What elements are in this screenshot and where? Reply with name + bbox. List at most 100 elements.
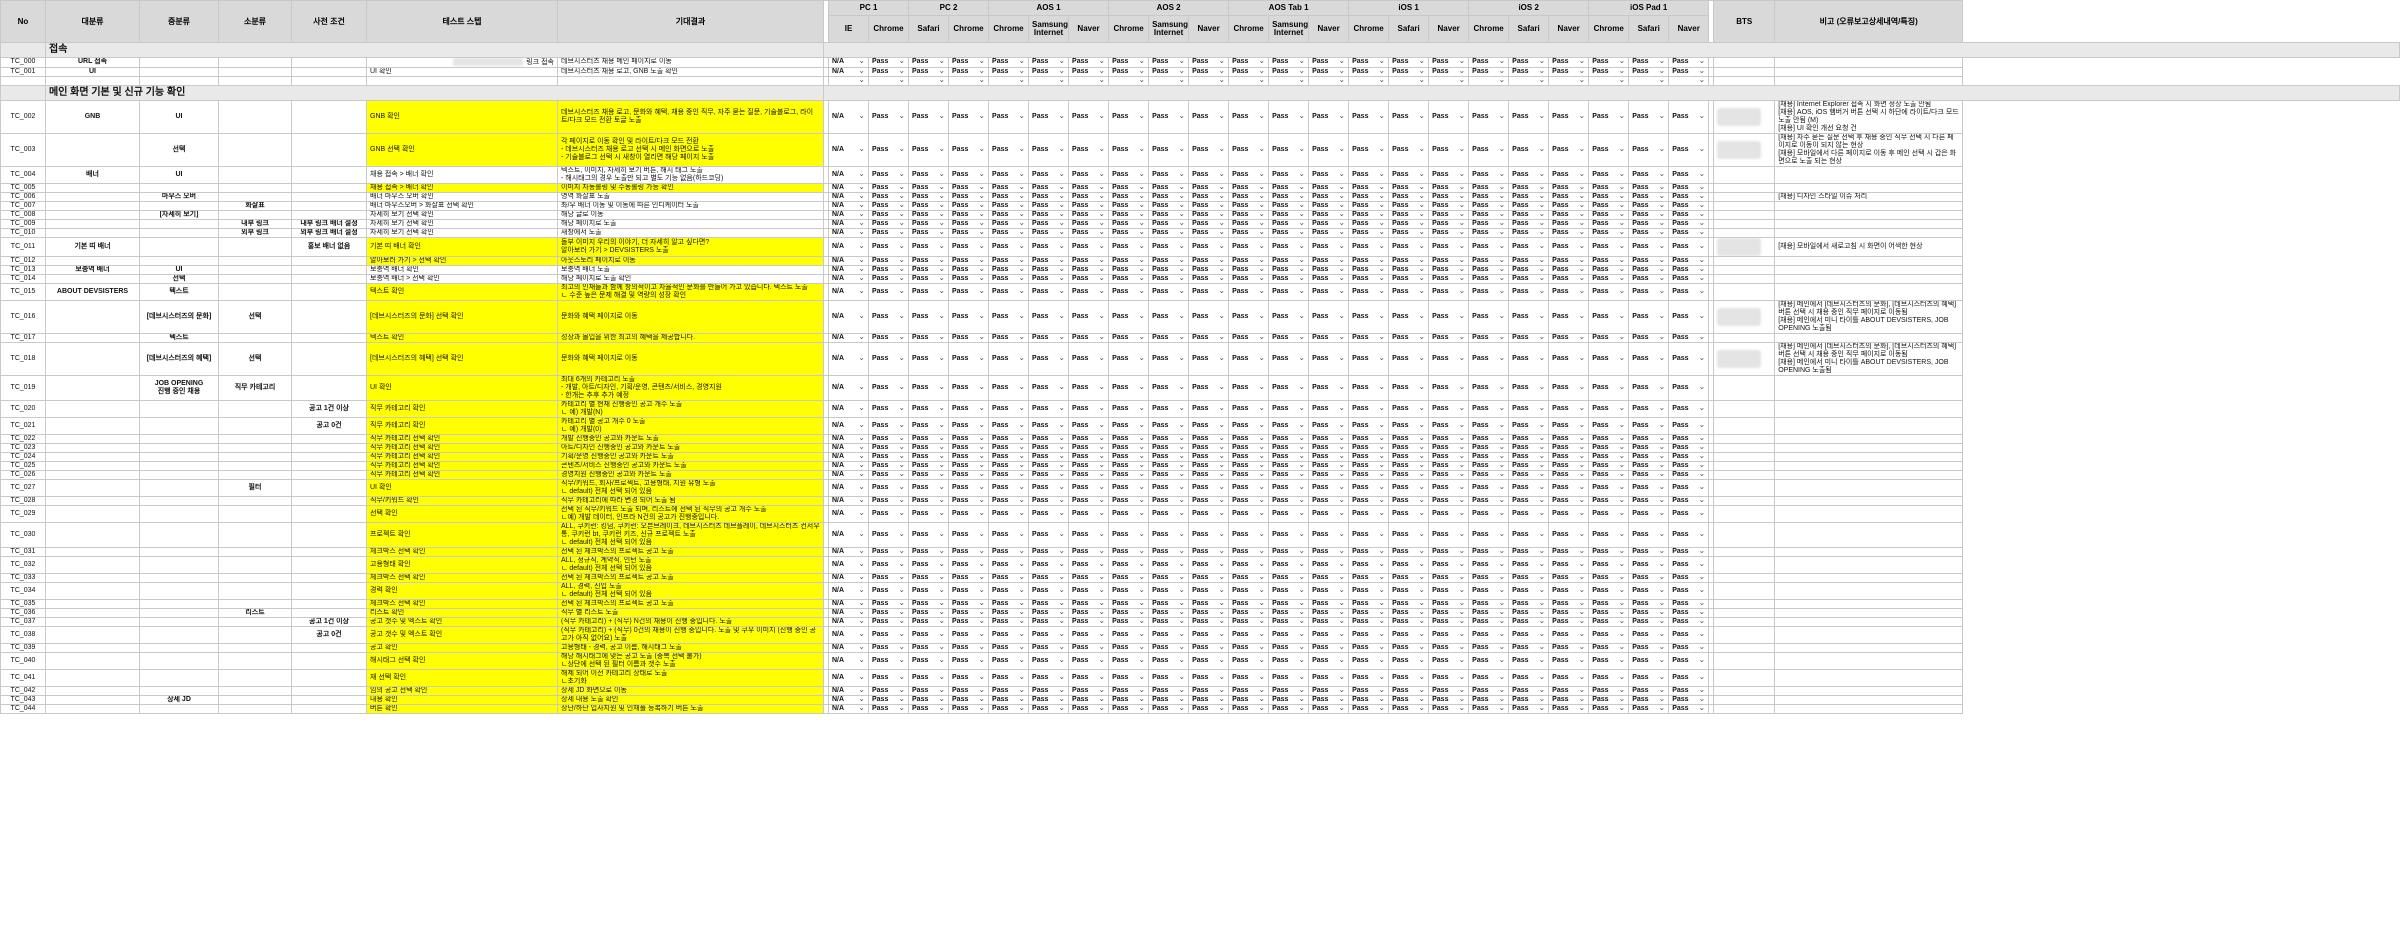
status-dropdown[interactable]: Pass [1348, 451, 1390, 462]
status-dropdown[interactable]: Pass [1028, 694, 1070, 705]
status-dropdown[interactable]: Pass [1668, 57, 1710, 68]
status-dropdown[interactable]: Pass [1428, 227, 1470, 238]
status-dropdown[interactable]: Pass [988, 598, 1030, 609]
status-dropdown[interactable]: Pass [1348, 703, 1390, 714]
status-dropdown[interactable]: Pass [1508, 651, 1550, 670]
status-dropdown[interactable]: Pass [908, 651, 950, 670]
status-dropdown[interactable]: Pass [1548, 607, 1590, 618]
status-dropdown[interactable]: Pass [1668, 433, 1710, 444]
status-dropdown[interactable]: Pass [1388, 451, 1430, 462]
status-dropdown[interactable]: Pass [1068, 66, 1110, 77]
status-dropdown[interactable]: Pass [988, 694, 1030, 705]
status-dropdown-ie[interactable]: N/A [828, 607, 869, 618]
status-dropdown[interactable]: Pass [1068, 182, 1110, 193]
status-dropdown[interactable]: Pass [948, 451, 990, 462]
status-dropdown[interactable]: Pass [908, 264, 950, 275]
redacted-bts-link[interactable] [1717, 307, 1762, 326]
status-dropdown[interactable]: Pass [1308, 165, 1350, 184]
status-dropdown[interactable]: Pass [1428, 57, 1470, 68]
status-dropdown[interactable]: Pass [1268, 478, 1310, 497]
status-dropdown[interactable]: Pass [948, 227, 990, 238]
status-dropdown[interactable]: Pass [1068, 442, 1110, 453]
status-dropdown[interactable]: Pass [1028, 57, 1070, 68]
status-dropdown[interactable]: Pass [1428, 478, 1470, 497]
status-dropdown[interactable]: Pass [1068, 227, 1110, 238]
status-dropdown[interactable] [948, 75, 990, 86]
status-dropdown[interactable]: Pass [1468, 165, 1510, 184]
status-dropdown[interactable]: Pass [1108, 227, 1150, 238]
status-dropdown[interactable]: Pass [1068, 694, 1110, 705]
status-dropdown[interactable]: Pass [1028, 598, 1070, 609]
status-dropdown[interactable]: Pass [988, 264, 1030, 275]
status-dropdown[interactable]: Pass [1268, 469, 1310, 480]
status-dropdown[interactable]: Pass [948, 132, 990, 167]
status-dropdown[interactable]: Pass [1068, 685, 1110, 696]
status-dropdown[interactable]: Pass [1348, 651, 1390, 670]
status-dropdown[interactable]: Pass [1188, 625, 1230, 644]
status-dropdown[interactable]: Pass [1668, 99, 1710, 134]
status-dropdown[interactable]: Pass [948, 469, 990, 480]
status-dropdown[interactable]: Pass [948, 273, 990, 284]
status-dropdown[interactable]: Pass [1148, 478, 1190, 497]
status-dropdown[interactable]: Pass [1028, 703, 1070, 714]
status-dropdown[interactable]: Pass [1108, 165, 1150, 184]
status-dropdown[interactable]: Pass [1268, 433, 1310, 444]
status-dropdown[interactable]: Pass [1348, 99, 1390, 134]
status-dropdown[interactable]: Pass [1468, 504, 1510, 523]
status-dropdown[interactable]: Pass [1468, 598, 1510, 609]
status-dropdown[interactable]: Pass [1468, 469, 1510, 480]
status-dropdown[interactable]: Pass [1388, 209, 1430, 220]
status-dropdown[interactable]: Pass [1188, 209, 1230, 220]
status-dropdown[interactable]: Pass [908, 607, 950, 618]
status-dropdown[interactable]: Pass [1388, 374, 1430, 401]
status-dropdown[interactable]: Pass [988, 572, 1030, 583]
status-dropdown[interactable]: Pass [988, 478, 1030, 497]
status-dropdown[interactable]: Pass [1108, 433, 1150, 444]
status-dropdown[interactable]: Pass [1228, 433, 1270, 444]
status-dropdown[interactable]: Pass [1228, 236, 1270, 257]
status-dropdown-ie[interactable]: N/A [828, 341, 869, 376]
status-dropdown[interactable]: Pass [1348, 478, 1390, 497]
status-dropdown[interactable]: Pass [988, 451, 1030, 462]
status-dropdown[interactable]: Pass [1028, 332, 1070, 343]
status-dropdown[interactable]: Pass [1268, 694, 1310, 705]
status-dropdown[interactable]: Pass [1188, 607, 1230, 618]
status-dropdown[interactable]: Pass [908, 273, 950, 284]
status-dropdown[interactable]: Pass [1548, 416, 1590, 435]
status-dropdown[interactable]: Pass [988, 521, 1030, 548]
status-dropdown[interactable]: Pass [1548, 236, 1590, 257]
status-dropdown[interactable]: Pass [1188, 191, 1230, 202]
status-dropdown[interactable]: Pass [1148, 555, 1190, 574]
status-dropdown[interactable]: Pass [867, 433, 910, 444]
status-dropdown[interactable]: Pass [988, 433, 1030, 444]
status-dropdown[interactable]: Pass [1548, 581, 1590, 600]
status-dropdown[interactable]: Pass [867, 685, 910, 696]
status-dropdown[interactable]: Pass [1148, 66, 1190, 77]
status-dropdown[interactable]: Pass [1388, 703, 1430, 714]
status-dropdown[interactable]: Pass [1188, 495, 1230, 506]
status-dropdown[interactable]: Pass [1108, 469, 1150, 480]
status-dropdown[interactable]: Pass [1548, 703, 1590, 714]
status-dropdown[interactable]: Pass [948, 616, 990, 627]
status-dropdown[interactable]: Pass [1588, 132, 1630, 167]
status-dropdown[interactable]: Pass [867, 165, 910, 184]
status-dropdown[interactable]: Pass [1628, 191, 1670, 202]
status-dropdown[interactable]: Pass [1108, 546, 1150, 557]
status-dropdown-ie[interactable]: N/A [828, 399, 869, 418]
status-dropdown[interactable]: Pass [908, 227, 950, 238]
status-dropdown[interactable]: Pass [1428, 218, 1470, 229]
status-dropdown[interactable]: Pass [1148, 99, 1190, 134]
status-dropdown[interactable]: Pass [948, 332, 990, 343]
status-dropdown[interactable]: Pass [1308, 504, 1350, 523]
status-dropdown[interactable]: Pass [1268, 273, 1310, 284]
status-dropdown[interactable]: Pass [1508, 451, 1550, 462]
status-dropdown[interactable]: Pass [948, 546, 990, 557]
status-dropdown[interactable]: Pass [1428, 642, 1470, 653]
status-dropdown[interactable]: Pass [1468, 255, 1510, 266]
status-dropdown[interactable]: Pass [1428, 607, 1470, 618]
status-dropdown[interactable]: Pass [1308, 433, 1350, 444]
status-dropdown[interactable]: Pass [1188, 451, 1230, 462]
status-dropdown[interactable]: Pass [1308, 416, 1350, 435]
status-dropdown[interactable]: Pass [1108, 581, 1150, 600]
status-dropdown[interactable]: Pass [1348, 236, 1390, 257]
